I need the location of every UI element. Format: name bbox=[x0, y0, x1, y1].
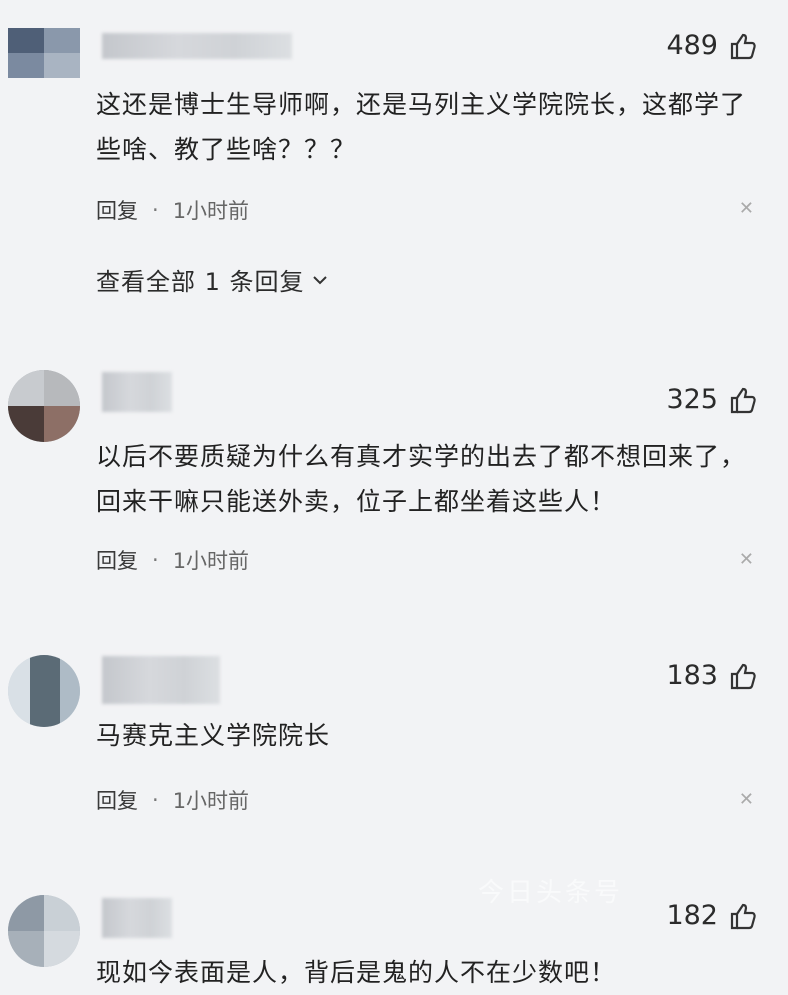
reply-button[interactable]: 回复 bbox=[96, 785, 138, 815]
thumbs-up-icon[interactable] bbox=[728, 901, 758, 931]
username-blurred[interactable] bbox=[102, 656, 220, 704]
timestamp: 1小时前 bbox=[172, 549, 250, 573]
like-group[interactable]: 489 bbox=[666, 30, 758, 61]
thumbs-up-icon[interactable] bbox=[728, 661, 758, 691]
avatar[interactable] bbox=[8, 28, 80, 78]
comment-text: 以后不要质疑为什么有真才实学的出去了都不想回来了，回来干嘛只能送外卖，位子上都坐… bbox=[96, 442, 747, 516]
comment-text: 这还是博士生导师啊，还是马列主义学院院长，这都学了些啥、教了些啥？？？ bbox=[96, 90, 747, 164]
avatar[interactable] bbox=[8, 370, 80, 442]
timestamp: 1小时前 bbox=[172, 789, 250, 813]
username-blurred[interactable] bbox=[102, 33, 292, 59]
close-icon[interactable]: ✕ bbox=[739, 549, 754, 570]
comment-meta: 回复 · 1小时前 bbox=[96, 785, 249, 815]
separator: · bbox=[152, 548, 159, 572]
view-all-label: 查看全部 1 条回复 bbox=[96, 268, 305, 296]
username-blurred[interactable] bbox=[102, 898, 172, 938]
thumbs-up-icon[interactable] bbox=[728, 385, 758, 415]
chevron-down-icon bbox=[312, 275, 327, 284]
like-group[interactable]: 183 bbox=[666, 660, 758, 691]
like-group[interactable]: 182 bbox=[666, 900, 758, 931]
view-all-replies-link[interactable]: 查看全部 1 条回复 bbox=[96, 262, 329, 297]
separator: · bbox=[152, 198, 159, 222]
separator: · bbox=[152, 788, 159, 812]
like-count: 325 bbox=[666, 384, 718, 415]
comment-text: 现如今表面是人，背后是鬼的人不在少数吧！ bbox=[96, 958, 617, 987]
like-count: 489 bbox=[666, 30, 718, 61]
close-icon[interactable]: ✕ bbox=[739, 198, 754, 219]
avatar[interactable] bbox=[8, 895, 80, 967]
like-group[interactable]: 325 bbox=[666, 384, 758, 415]
like-count: 183 bbox=[666, 660, 718, 691]
close-icon[interactable]: ✕ bbox=[739, 789, 754, 810]
timestamp: 1小时前 bbox=[172, 199, 250, 223]
username-blurred[interactable] bbox=[102, 372, 172, 412]
comment-meta: 回复 · 1小时前 bbox=[96, 195, 249, 225]
thumbs-up-icon[interactable] bbox=[728, 31, 758, 61]
watermark: 今日头条号 bbox=[478, 878, 624, 908]
reply-button[interactable]: 回复 bbox=[96, 545, 138, 575]
comment-text: 马赛克主义学院院长 bbox=[96, 721, 331, 750]
comment-meta: 回复 · 1小时前 bbox=[96, 545, 249, 575]
avatar[interactable] bbox=[8, 655, 80, 727]
reply-button[interactable]: 回复 bbox=[96, 195, 138, 225]
like-count: 182 bbox=[666, 900, 718, 931]
